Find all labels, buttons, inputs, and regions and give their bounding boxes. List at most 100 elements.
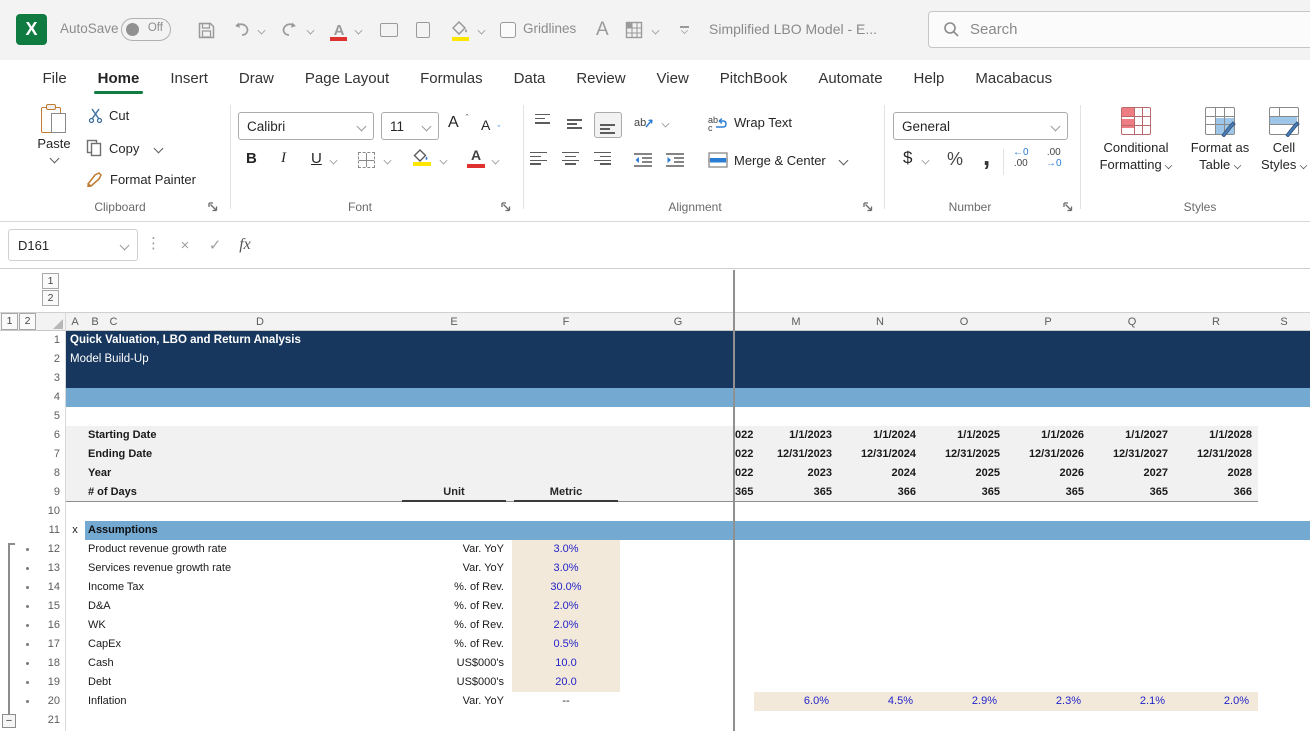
metric-column-header[interactable]: Metric bbox=[510, 483, 622, 502]
assumption-metric-cell[interactable]: 20.0 bbox=[510, 673, 622, 692]
date-cell[interactable]: 2024 bbox=[838, 464, 922, 483]
assumption-unit[interactable]: Var. YoY bbox=[398, 692, 504, 711]
format-painter-button[interactable]: Format Painter bbox=[86, 171, 196, 187]
align-middle-button[interactable] bbox=[562, 112, 590, 138]
format-as-table-button[interactable]: Format as Table bbox=[1184, 107, 1256, 173]
row-header-8[interactable]: 8 bbox=[40, 464, 65, 483]
tab-review[interactable]: Review bbox=[561, 60, 641, 97]
assumption-metric-cell[interactable]: 3.0% bbox=[510, 559, 622, 578]
inflation-value-cell[interactable]: 2.3% bbox=[1006, 692, 1090, 711]
row-header-20[interactable]: 20 bbox=[40, 692, 65, 711]
copy-button[interactable]: Copy bbox=[86, 139, 162, 157]
row-outline-level-button[interactable]: 2 bbox=[19, 313, 36, 330]
merge-center-button[interactable]: Merge & Center bbox=[708, 152, 847, 168]
date-cell[interactable]: 1/1/2023 bbox=[754, 426, 838, 445]
inflation-value-cell[interactable]: 6.0% bbox=[754, 692, 838, 711]
currency-chevron-icon[interactable] bbox=[922, 157, 929, 164]
fill-color-icon[interactable] bbox=[450, 18, 472, 42]
date-cell[interactable]: 2023 bbox=[754, 464, 838, 483]
date-cell[interactable]: 12/31/2024 bbox=[838, 445, 922, 464]
row-header-14[interactable]: 14 bbox=[40, 578, 65, 597]
date-cell[interactable]: 2026 bbox=[1006, 464, 1090, 483]
orientation-button[interactable]: ab bbox=[634, 114, 654, 132]
clipboard-dialog-launcher[interactable] bbox=[207, 201, 220, 214]
fill-color-chevron-icon[interactable] bbox=[478, 18, 485, 42]
excel-logo-icon[interactable]: X bbox=[16, 14, 47, 45]
row-header-18[interactable]: 18 bbox=[40, 654, 65, 673]
inflation-value-cell[interactable]: 4.5% bbox=[838, 692, 922, 711]
formula-bar-handle[interactable]: ⋮ bbox=[146, 234, 161, 252]
clipped-date-cell[interactable]: 022 bbox=[735, 464, 754, 483]
assumption-metric-cell[interactable]: 3.0% bbox=[510, 540, 622, 559]
table-style-chevron-icon[interactable] bbox=[652, 18, 659, 42]
date-cell[interactable]: 365 bbox=[754, 483, 838, 502]
assumption-label[interactable]: Cash bbox=[88, 654, 388, 673]
date-cell[interactable]: 12/31/2027 bbox=[1090, 445, 1174, 464]
tab-formulas[interactable]: Formulas bbox=[405, 60, 499, 97]
inflation-value-cell[interactable]: 2.0% bbox=[1174, 692, 1258, 711]
assumption-label[interactable]: Income Tax bbox=[88, 578, 388, 597]
assumption-label[interactable]: Product revenue growth rate bbox=[88, 540, 388, 559]
italic-button[interactable]: I bbox=[281, 150, 286, 167]
date-cell[interactable]: 1/1/2026 bbox=[1006, 426, 1090, 445]
unit-column-header[interactable]: Unit bbox=[398, 483, 510, 502]
sheet-title[interactable]: Quick Valuation, LBO and Return Analysis bbox=[70, 331, 570, 350]
row-header-16[interactable]: 16 bbox=[40, 616, 65, 635]
column-outline-level-button[interactable]: 2 bbox=[42, 290, 59, 306]
date-cell[interactable]: 365 bbox=[1090, 483, 1174, 502]
column-header-D[interactable]: D bbox=[122, 313, 398, 331]
fill-color-button[interactable] bbox=[411, 149, 433, 166]
row-header-19[interactable]: 19 bbox=[40, 673, 65, 692]
number-format-select[interactable]: General bbox=[893, 112, 1068, 140]
font-color-chevron-icon[interactable] bbox=[492, 157, 499, 164]
align-left-button[interactable] bbox=[530, 152, 547, 167]
gridlines-checkbox[interactable] bbox=[500, 18, 516, 42]
column-header-F[interactable]: F bbox=[510, 313, 622, 331]
underline-chevron-icon[interactable] bbox=[330, 157, 337, 164]
tab-help[interactable]: Help bbox=[898, 60, 960, 97]
insert-function-button[interactable]: fx bbox=[232, 230, 258, 260]
assumption-unit[interactable]: %. of Rev. bbox=[398, 578, 504, 597]
date-row-label[interactable]: Ending Date bbox=[88, 445, 308, 464]
assumption-metric-cell[interactable]: 2.0% bbox=[510, 597, 622, 616]
column-header-O[interactable]: O bbox=[922, 313, 1006, 331]
decrease-indent-button[interactable] bbox=[634, 152, 653, 167]
increase-font-button[interactable]: Aˆ bbox=[448, 114, 469, 132]
date-cell[interactable]: 2027 bbox=[1090, 464, 1174, 483]
assumption-unit[interactable]: %. of Rev. bbox=[398, 597, 504, 616]
row-header-15[interactable]: 15 bbox=[40, 597, 65, 616]
borders-chevron-icon[interactable] bbox=[384, 157, 391, 164]
wrap-text-button[interactable]: abc Wrap Text bbox=[708, 114, 792, 131]
date-cell[interactable]: 1/1/2027 bbox=[1090, 426, 1174, 445]
tab-page-layout[interactable]: Page Layout bbox=[289, 60, 404, 97]
column-header-S[interactable]: S bbox=[1258, 313, 1310, 331]
date-cell[interactable]: 1/1/2025 bbox=[922, 426, 1006, 445]
increase-indent-button[interactable] bbox=[666, 152, 685, 167]
date-row-label[interactable]: Starting Date bbox=[88, 426, 308, 445]
assumption-metric-cell[interactable]: 10.0 bbox=[510, 654, 622, 673]
assumptions-section-header[interactable]: Assumptions bbox=[88, 521, 388, 540]
date-cell[interactable]: 1/1/2024 bbox=[838, 426, 922, 445]
align-top-button[interactable] bbox=[530, 112, 558, 138]
cancel-button[interactable]: × bbox=[172, 230, 198, 260]
column-header-P[interactable]: P bbox=[1006, 313, 1090, 331]
orientation-chevron-icon[interactable] bbox=[662, 120, 669, 127]
enter-button[interactable]: ✓ bbox=[202, 230, 228, 260]
cut-button[interactable]: Cut bbox=[88, 108, 129, 123]
assumption-unit[interactable]: %. of Rev. bbox=[398, 635, 504, 654]
row-header-1[interactable]: 1 bbox=[40, 331, 65, 350]
date-row-label[interactable]: # of Days bbox=[88, 483, 308, 502]
font-color-chevron-icon[interactable] bbox=[355, 18, 362, 42]
fill-color-chevron-icon[interactable] bbox=[440, 157, 447, 164]
row-header-4[interactable]: 4 bbox=[40, 388, 65, 407]
redo-menu-chevron-icon[interactable] bbox=[307, 18, 314, 42]
assumption-metric-cell[interactable]: 30.0% bbox=[510, 578, 622, 597]
decrease-font-button[interactable]: Aˇ bbox=[481, 116, 500, 134]
date-cell[interactable]: 2025 bbox=[922, 464, 1006, 483]
assumption-unit[interactable]: Var. YoY bbox=[398, 559, 504, 578]
tab-data[interactable]: Data bbox=[498, 60, 561, 97]
clipped-date-cell[interactable]: 365 bbox=[735, 483, 754, 502]
tab-macabacus[interactable]: Macabacus bbox=[960, 60, 1068, 97]
assumption-unit[interactable]: Var. YoY bbox=[398, 540, 504, 559]
bold-button[interactable]: B bbox=[246, 150, 257, 167]
